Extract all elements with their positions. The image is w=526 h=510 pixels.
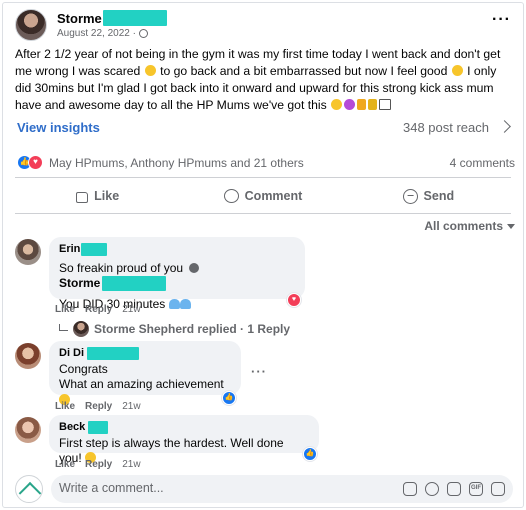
comment-composer[interactable]: GIF: [51, 475, 513, 503]
comment-input[interactable]: [59, 481, 259, 495]
comment-like-link[interactable]: Like: [55, 459, 75, 470]
view-insights-link[interactable]: View insights: [17, 120, 100, 135]
thumbs-up-icon: [76, 192, 89, 203]
hundred-emoji-icon: [379, 99, 392, 110]
write-comment-row: GIF: [15, 475, 513, 503]
reaction-icons[interactable]: 👍 ♥: [17, 155, 45, 171]
comment-text: Congrats: [59, 361, 108, 376]
commenter-avatar[interactable]: [15, 417, 41, 443]
commenter-avatar[interactable]: [15, 239, 41, 265]
caret-down-icon: [507, 224, 515, 229]
replies-link[interactable]: Storme Shepherd replied · 1 Reply: [59, 321, 290, 337]
redaction-block: [102, 10, 167, 26]
commenter-name[interactable]: Beck: [59, 420, 309, 436]
devil-emoji-icon: [344, 99, 356, 110]
post-body: After 2 1/2 year of not being in the gym…: [15, 47, 501, 112]
comment-time[interactable]: 21w: [122, 459, 140, 470]
send-button[interactable]: Send: [346, 181, 511, 211]
comment-reply-link[interactable]: Reply: [85, 401, 112, 412]
like-reaction-badge-icon[interactable]: 👍: [303, 447, 317, 461]
redaction-block: [88, 421, 109, 435]
redaction-block: [102, 276, 167, 292]
smile-emoji-icon: [451, 65, 463, 76]
like-button[interactable]: Like: [15, 181, 180, 211]
emoji-icon[interactable]: [425, 482, 439, 496]
comment-icon: [223, 189, 239, 203]
comment-sort-dropdown[interactable]: All comments: [424, 219, 515, 233]
post-timestamp[interactable]: August 22, 2022 ·: [57, 28, 148, 39]
verified-icon: [189, 262, 200, 273]
commenter-avatar[interactable]: [15, 343, 41, 369]
comment-bubble: Di Di Congrats What an amazing achieveme…: [49, 341, 241, 405]
divider: [15, 213, 511, 214]
insights-row: View insights 348 post reach: [17, 120, 513, 138]
post-card: Storme August 22, 2022 · ··· After 2 1/2…: [2, 2, 524, 508]
blue-heart-emoji-icon: [179, 298, 191, 309]
post-reach[interactable]: 348 post reach: [403, 120, 489, 135]
action-bar: Like Comment Send: [15, 181, 511, 211]
comment-bubble: Erin So freakin proud of you Storme You …: [49, 237, 305, 311]
sweat-smile-emoji-icon: [144, 65, 156, 76]
comment-time[interactable]: 21w: [122, 304, 140, 315]
comment-meta: Like Reply 21w: [55, 304, 141, 315]
avatar-sticker-icon[interactable]: [403, 482, 417, 496]
reply-arrow-icon: [59, 323, 68, 331]
redaction-block: [87, 347, 140, 361]
comment-reply-link[interactable]: Reply: [85, 459, 112, 470]
comment-text: So freakin proud of you Storme: [59, 261, 295, 292]
divider: [15, 177, 511, 178]
commenter-name[interactable]: Erin: [59, 242, 295, 258]
comment-like-link[interactable]: Like: [55, 401, 75, 412]
post-header: Storme August 22, 2022 · ···: [15, 9, 511, 43]
reactions-summary: 👍 ♥ May HPmums, Anthony HPmums and 21 ot…: [17, 155, 515, 171]
camera-icon[interactable]: [447, 482, 461, 496]
more-options-button[interactable]: ···: [492, 11, 511, 29]
comment-bubble: Beck First step is always the hardest. W…: [49, 415, 319, 465]
reply-avatar: [73, 321, 89, 337]
comment-like-link[interactable]: Like: [55, 304, 75, 315]
comment-time[interactable]: 21w: [122, 401, 140, 412]
comment-meta: Like Reply 21w: [55, 401, 141, 412]
gif-icon[interactable]: GIF: [469, 482, 483, 496]
like-reaction-badge-icon[interactable]: 👍: [222, 391, 236, 405]
comment-options-button[interactable]: ···: [251, 364, 267, 379]
redaction-block: [81, 243, 108, 257]
love-reaction-icon: ♥: [28, 155, 43, 170]
comment-button[interactable]: Comment: [180, 181, 345, 211]
comment-reply-link[interactable]: Reply: [85, 304, 112, 315]
commenter-name[interactable]: Di Di: [59, 346, 231, 362]
love-reaction-badge-icon[interactable]: ♥: [287, 293, 301, 307]
author-name[interactable]: Storme: [57, 10, 167, 26]
composer-tools: GIF: [403, 482, 505, 496]
sticker-icon[interactable]: [491, 482, 505, 496]
chevron-right-icon[interactable]: [498, 120, 511, 133]
author-avatar[interactable]: [15, 9, 47, 41]
reaction-names[interactable]: May HPmums, Anthony HPmums and 21 others: [49, 156, 304, 170]
comment-count[interactable]: 4 comments: [450, 156, 515, 170]
blue-heart-emoji-icon: [168, 298, 180, 309]
messenger-icon: [402, 188, 418, 204]
page-avatar[interactable]: [15, 475, 43, 503]
medal-emoji-icon: [357, 99, 367, 110]
globe-icon: [138, 29, 148, 38]
mention-tag[interactable]: Storme: [59, 276, 167, 292]
grin-emoji-icon: [331, 99, 343, 110]
trophy-emoji-icon: [368, 99, 378, 110]
comment-meta: Like Reply 21w: [55, 459, 141, 470]
